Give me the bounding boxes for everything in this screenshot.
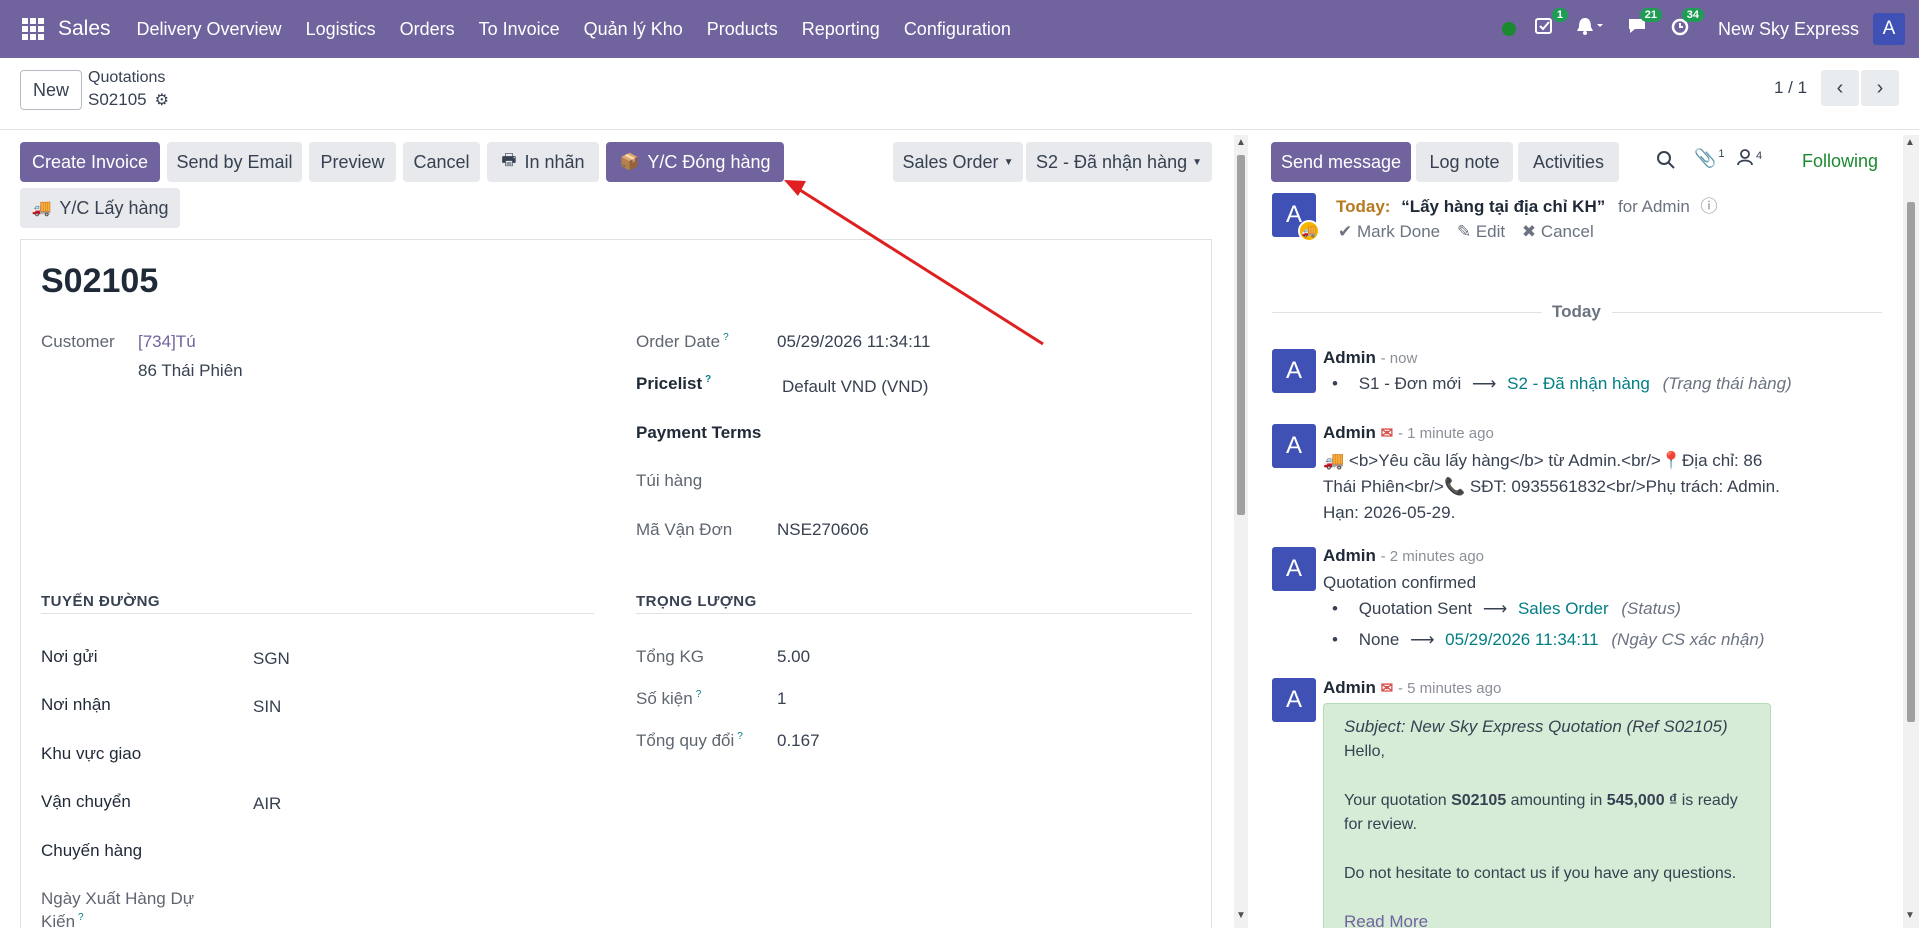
annotation-arrow [784, 180, 1044, 346]
